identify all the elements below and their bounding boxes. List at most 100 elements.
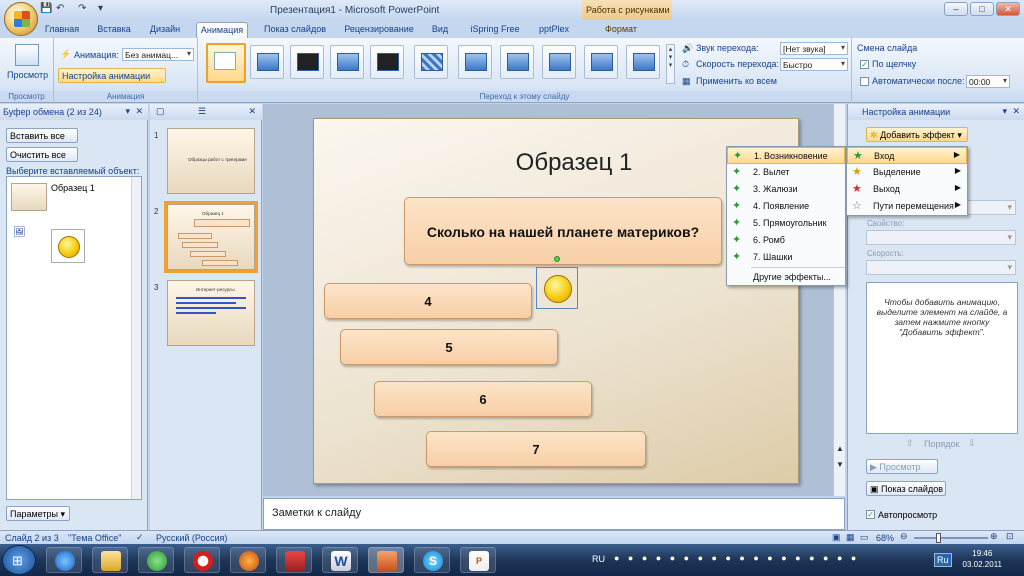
spellcheck-icon[interactable]: ✓ (136, 532, 144, 543)
apply-all-button[interactable]: Применить ко всем (696, 76, 777, 86)
menu-item-fly-in[interactable]: ✦ 2. Вылет (727, 164, 845, 181)
transition-sound-combo[interactable]: [Нет звука] (780, 42, 848, 55)
clip-item-picture[interactable] (51, 229, 85, 263)
transition-thumb[interactable] (250, 45, 284, 79)
auto-after-checkbox[interactable] (860, 77, 869, 86)
maximize-button[interactable]: □ (970, 2, 994, 16)
zoom-thumb[interactable] (936, 533, 941, 543)
close-icon[interactable]: ✕ (248, 106, 256, 117)
tab-insert[interactable]: Вставка (94, 22, 134, 38)
transition-thumb[interactable] (414, 45, 448, 79)
notes-area[interactable]: Заметки к слайду (263, 498, 845, 530)
slideshow-button[interactable]: ▣ Показ слайдов (866, 481, 946, 496)
on-click-checkbox[interactable]: ✓ (860, 60, 869, 69)
close-button[interactable]: ✕ (996, 2, 1020, 16)
undo-icon[interactable]: ↶ (56, 3, 64, 14)
fit-window-icon[interactable]: ⊡ (1006, 531, 1014, 542)
clip-scrollbar[interactable] (131, 177, 141, 499)
taskbar-ie[interactable] (46, 547, 82, 573)
tab-design[interactable]: Дизайн (146, 22, 184, 38)
question-box[interactable]: Сколько на нашей планете материков? (404, 197, 722, 265)
taskbar-messenger[interactable] (138, 547, 174, 573)
minimize-button[interactable]: – (944, 2, 968, 16)
params-button[interactable]: Параметры ▾ (6, 506, 70, 521)
preview-button[interactable]: Просмотр (7, 70, 48, 80)
menu-item-blinds[interactable]: ✦ 3. Жалюзи (727, 181, 845, 198)
save-icon[interactable]: 💾 (40, 3, 52, 14)
auto-after-input[interactable]: 00:00 (966, 75, 1010, 88)
transition-thumb[interactable] (500, 45, 534, 79)
paste-all-button[interactable]: Вставить все (6, 128, 78, 143)
outline-tab-icon[interactable]: ☰ (198, 106, 206, 117)
tab-pptplex[interactable]: pptPlex (534, 22, 574, 38)
taskbar-powerpoint-active[interactable] (368, 547, 404, 573)
tab-slideshow[interactable]: Показ слайдов (260, 22, 330, 38)
taskbar-explorer[interactable] (92, 547, 128, 573)
answer-box-7[interactable]: 7 (426, 431, 646, 467)
transition-thumb[interactable] (584, 45, 618, 79)
sorter-view-icon[interactable]: ▦ (846, 532, 855, 543)
close-icon[interactable]: ✕ (135, 106, 143, 117)
taskbar-powerpoint[interactable]: P (460, 547, 496, 573)
close-icon[interactable]: ✕ (1012, 106, 1020, 117)
transition-thumb[interactable] (330, 45, 364, 79)
menu-item-entrance[interactable]: ★ Вход ▶ (847, 147, 967, 164)
pane-menu-icon[interactable]: ▾ (125, 106, 130, 117)
menu-item-diamond[interactable]: ✦ 6. Ромб (727, 232, 845, 249)
menu-item-appear[interactable]: ✦ 1. Возникновение (727, 147, 845, 164)
transition-speed-combo[interactable]: Быстро (780, 58, 848, 71)
taskbar-app[interactable] (276, 547, 312, 573)
start-button[interactable]: ⊞ (2, 545, 36, 575)
taskbar-opera[interactable] (184, 547, 220, 573)
slide-title[interactable]: Образец 1 (474, 149, 674, 177)
pane-menu-icon[interactable]: ▾ (1002, 106, 1007, 117)
redo-icon[interactable]: ↷ (78, 3, 86, 14)
language-badge[interactable]: Ru (934, 553, 952, 567)
prev-slide-icon[interactable]: ▲ (836, 444, 844, 453)
input-language[interactable]: RU (592, 554, 605, 564)
normal-view-icon[interactable]: ▣ (832, 532, 841, 543)
qat-menu-icon[interactable]: ▾ (98, 3, 103, 14)
slideshow-view-icon[interactable]: ▭ (860, 532, 869, 543)
tab-review[interactable]: Рецензирование (340, 22, 418, 38)
transition-thumb[interactable] (542, 45, 576, 79)
clip-item-thumb[interactable] (11, 183, 47, 211)
transition-thumb[interactable] (370, 45, 404, 79)
menu-item-motion-paths[interactable]: ☆ Пути перемещения ▶ (847, 198, 967, 215)
menu-item-checkerboard[interactable]: ✦ 7. Шашки (727, 249, 845, 266)
transition-thumb[interactable] (290, 45, 324, 79)
slides-tab-icon[interactable]: ▢ (156, 106, 165, 117)
slide-thumbnail-3[interactable]: Интернет-ресурсы (167, 280, 255, 346)
menu-item-emphasis[interactable]: ★ Выделение ▶ (847, 164, 967, 181)
office-button[interactable] (4, 2, 38, 36)
custom-animation-button[interactable]: Настройка анимации (58, 68, 166, 83)
tab-format[interactable]: Формат (598, 22, 644, 38)
taskbar-skype[interactable]: S (414, 547, 450, 573)
next-slide-icon[interactable]: ▼ (836, 460, 844, 469)
tray-icons[interactable]: ● ● ● ● ● ● ● ● ● ● ● ● ● ● ● ● ● ● (614, 553, 859, 563)
zoom-in-icon[interactable]: ⊕ (990, 531, 998, 542)
taskbar-firefox[interactable] (230, 547, 266, 573)
clear-all-button[interactable]: Очистить все (6, 147, 78, 162)
menu-item-exit[interactable]: ★ Выход ▶ (847, 181, 967, 198)
gallery-scroll[interactable]: ▴ ▾ ▾ (666, 44, 675, 84)
answer-box-6[interactable]: 6 (374, 381, 592, 417)
selected-picture[interactable] (536, 256, 578, 309)
transition-thumb[interactable] (458, 45, 492, 79)
rotate-handle[interactable] (554, 256, 560, 262)
taskbar-word[interactable]: W (322, 547, 358, 573)
slide-thumbnail-2[interactable]: Образец 1 (164, 201, 258, 273)
tab-animation[interactable]: Анимация (196, 22, 248, 38)
clock[interactable]: 19:46 03.02.2011 (963, 548, 1002, 570)
slide-thumbnail-1[interactable]: Образцы работ с тригерами (167, 128, 255, 194)
zoom-slider[interactable] (914, 537, 988, 539)
tab-home[interactable]: Главная (42, 22, 82, 38)
zoom-out-icon[interactable]: ⊖ (900, 531, 908, 542)
tab-ispring[interactable]: iSpring Free (466, 22, 524, 38)
animation-combo[interactable]: Без анимац... (122, 48, 194, 61)
transition-none-thumb[interactable] (206, 43, 246, 83)
menu-item-more-effects[interactable]: Другие эффекты... (727, 269, 845, 286)
tab-view[interactable]: Вид (428, 22, 452, 38)
menu-item-fade[interactable]: ✦ 4. Появление (727, 198, 845, 215)
clip-item-label[interactable]: Образец 1 (51, 183, 95, 193)
